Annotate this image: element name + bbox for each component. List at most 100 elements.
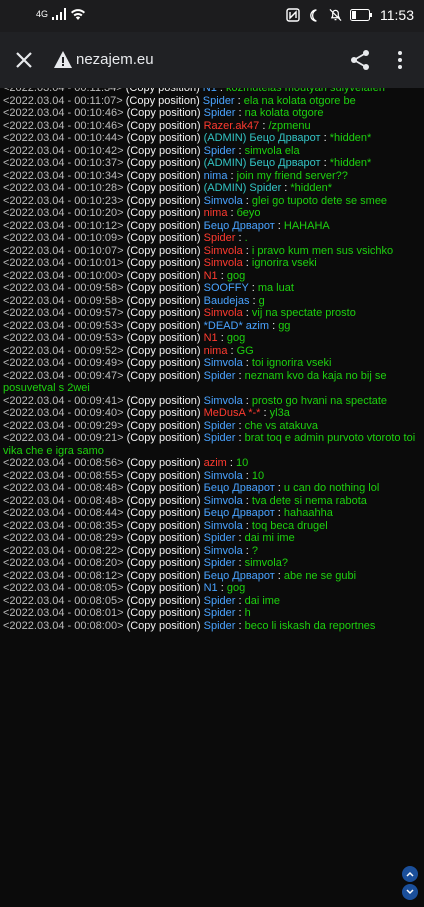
chat-separator: : (217, 269, 227, 282)
chat-timestamp: <2022.03.04 - 00:08:44> (3, 507, 124, 519)
copy-position-link[interactable]: (Copy position) (127, 195, 201, 207)
copy-position-link[interactable]: (Copy position) (127, 132, 201, 144)
copy-position-link[interactable]: (Copy position) (127, 457, 201, 469)
warning-icon[interactable] (53, 50, 73, 70)
copy-position-link[interactable]: (Copy position) (127, 532, 201, 544)
chat-line: <2022.03.04 - 00:10:12> (Copy position) … (3, 220, 419, 233)
chat-separator: : (235, 594, 245, 607)
chat-separator: : (227, 169, 237, 182)
nfc-icon (286, 8, 300, 22)
scroll-up-button[interactable] (402, 866, 418, 882)
copy-position-link[interactable]: (Copy position) (127, 220, 201, 232)
chat-timestamp: <2022.03.04 - 00:08:29> (3, 532, 124, 544)
status-left: 4G (36, 8, 86, 20)
chat-message-text: glei go tupoto dete se smee (251, 194, 388, 207)
copy-position-link[interactable]: (Copy position) (127, 557, 201, 569)
copy-position-link[interactable]: (Copy position) (127, 432, 201, 444)
chat-player-name: Бецо Дрварот (203, 569, 275, 582)
chat-line: <2022.03.04 - 00:10:07> (Copy position) … (3, 245, 419, 258)
copy-position-link[interactable]: (Copy position) (127, 332, 201, 344)
copy-position-link[interactable]: (Copy position) (126, 88, 200, 94)
copy-position-link[interactable]: (Copy position) (127, 107, 201, 119)
chat-line: <2022.03.04 - 00:10:42> (Copy position) … (3, 145, 419, 158)
copy-position-link[interactable]: (Copy position) (127, 245, 201, 257)
chat-timestamp: <2022.03.04 - 00:08:56> (3, 457, 124, 469)
chat-separator: : (235, 619, 245, 632)
chat-separator: : (242, 469, 252, 482)
copy-position-link[interactable]: (Copy position) (127, 470, 201, 482)
chat-message-text: toi ignorira vseki (251, 357, 332, 369)
chat-message-text: . (244, 232, 248, 244)
copy-position-link[interactable]: (Copy position) (127, 170, 201, 182)
copy-position-link[interactable]: (Copy position) (127, 482, 201, 494)
copy-position-link[interactable]: (Copy position) (127, 607, 201, 619)
copy-position-link[interactable]: (Copy position) (127, 595, 201, 607)
chat-log[interactable]: <2022.03.04 - 00:11:34> (Copy position) … (0, 88, 424, 907)
chat-message-text: join my friend server?? (236, 169, 348, 182)
copy-position-link[interactable]: (Copy position) (127, 545, 201, 557)
chat-separator: : (227, 207, 237, 219)
chat-timestamp: <2022.03.04 - 00:11:07> (3, 94, 123, 107)
url-text[interactable]: nezajem.eu (76, 51, 154, 68)
chat-message-text: prosto go hvani na spectate (251, 394, 388, 407)
chat-separator: : (234, 94, 244, 107)
copy-position-link[interactable]: (Copy position) (127, 157, 201, 169)
chat-separator: : (242, 357, 252, 369)
chat-player-name: Spider (203, 619, 236, 632)
copy-position-link[interactable]: (Copy position) (127, 395, 201, 407)
copy-position-link[interactable]: (Copy position) (127, 257, 201, 269)
chat-timestamp: <2022.03.04 - 00:10:00> (3, 269, 124, 282)
chat-separator: : (274, 482, 284, 494)
copy-position-link[interactable]: (Copy position) (127, 570, 201, 582)
copy-position-link[interactable]: (Copy position) (127, 307, 201, 319)
chat-line: <2022.03.04 - 00:10:44> (Copy position) … (3, 132, 419, 145)
chat-timestamp: <2022.03.04 - 00:08:01> (3, 607, 124, 619)
more-options-icon[interactable] (388, 48, 412, 72)
chat-line: <2022.03.04 - 00:09:41> (Copy position) … (3, 395, 419, 408)
copy-position-link[interactable]: (Copy position) (127, 620, 201, 632)
copy-position-link[interactable]: (Copy position) (126, 95, 200, 107)
chat-timestamp: <2022.03.04 - 00:08:35> (3, 519, 124, 532)
copy-position-link[interactable]: (Copy position) (127, 145, 201, 157)
chat-timestamp: <2022.03.04 - 00:09:40> (3, 407, 124, 419)
chat-separator: : (235, 369, 245, 382)
chat-timestamp: <2022.03.04 - 00:10:28> (3, 182, 124, 194)
copy-position-link[interactable]: (Copy position) (127, 520, 201, 532)
chat-timestamp: <2022.03.04 - 00:10:37> (3, 157, 124, 169)
chat-line: <2022.03.04 - 00:09:53> (Copy position) … (3, 332, 419, 345)
chat-timestamp: <2022.03.04 - 00:09:52> (3, 344, 124, 357)
chat-message-text: GG (236, 344, 254, 357)
chat-timestamp: <2022.03.04 - 00:10:23> (3, 194, 124, 207)
share-icon[interactable] (348, 48, 372, 72)
chat-separator: : (260, 407, 270, 419)
chat-message-text: simvola ela (244, 144, 300, 157)
chat-message-text: h (244, 607, 251, 619)
close-icon[interactable] (12, 48, 36, 72)
copy-position-link[interactable]: (Copy position) (127, 182, 201, 194)
chat-message-text: gg (278, 319, 291, 332)
chat-separator: : (226, 457, 237, 469)
chat-timestamp: <2022.03.04 - 00:10:46> (3, 107, 124, 119)
copy-position-link[interactable]: (Copy position) (127, 420, 201, 432)
chat-separator: : (274, 219, 284, 232)
chat-player-name: N1 (203, 332, 218, 344)
copy-position-link[interactable]: (Copy position) (127, 232, 201, 244)
copy-position-link[interactable]: (Copy position) (127, 120, 201, 132)
copy-position-link[interactable]: (Copy position) (127, 282, 201, 294)
copy-position-link[interactable]: (Copy position) (127, 582, 201, 594)
chat-line: <2022.03.04 - 00:10:34> (Copy position) … (3, 170, 419, 183)
chat-player-name: nima (203, 207, 228, 219)
chat-line: <2022.03.04 - 00:08:48> (Copy position) … (3, 495, 419, 508)
copy-position-link[interactable]: (Copy position) (127, 357, 201, 369)
chat-timestamp: <2022.03.04 - 00:09:47> (3, 369, 124, 382)
copy-position-link[interactable]: (Copy position) (127, 270, 201, 282)
copy-position-link[interactable]: (Copy position) (127, 407, 201, 419)
copy-position-link[interactable]: (Copy position) (127, 495, 201, 507)
copy-position-link[interactable]: (Copy position) (127, 345, 201, 357)
scroll-down-button[interactable] (402, 884, 418, 900)
copy-position-link[interactable]: (Copy position) (127, 207, 201, 219)
copy-position-link[interactable]: (Copy position) (127, 295, 201, 307)
copy-position-link[interactable]: (Copy position) (127, 320, 201, 332)
copy-position-link[interactable]: (Copy position) (127, 370, 201, 382)
copy-position-link[interactable]: (Copy position) (127, 507, 201, 519)
